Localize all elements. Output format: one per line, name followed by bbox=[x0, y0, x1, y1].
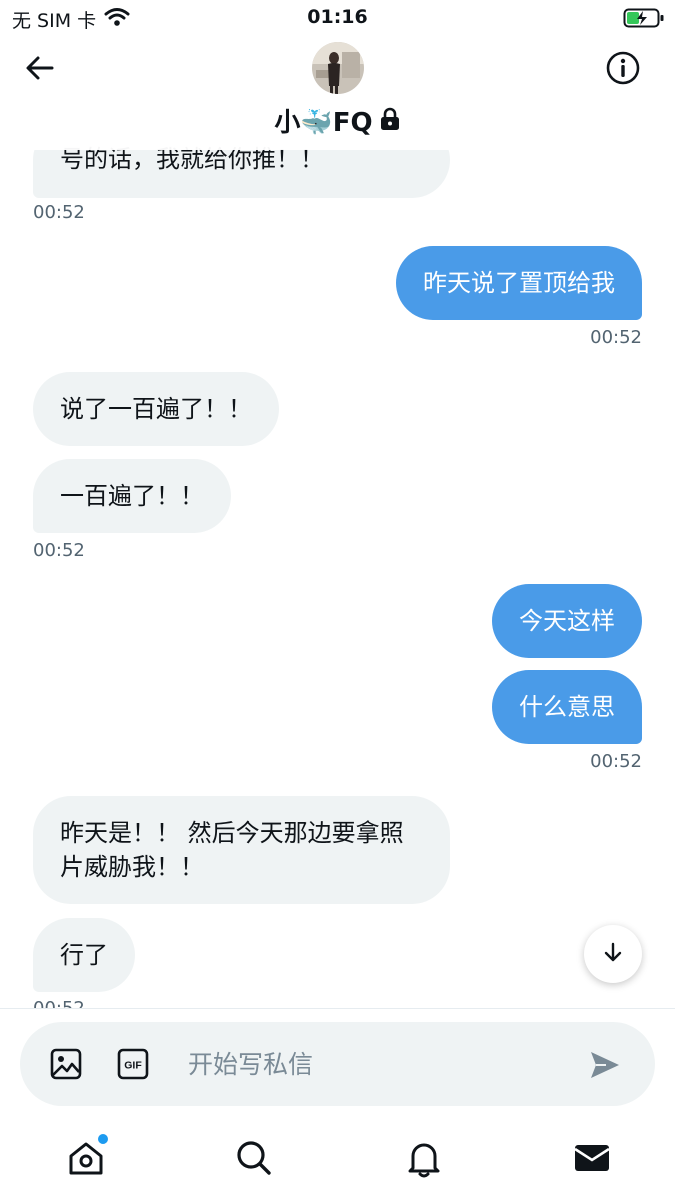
scroll-to-bottom-button[interactable] bbox=[584, 925, 642, 983]
message-bubble-outgoing[interactable]: 什么意思 bbox=[492, 670, 642, 744]
message-input[interactable] bbox=[188, 1042, 568, 1086]
battery-charging-icon bbox=[623, 7, 665, 33]
message-bubble-outgoing[interactable]: 今天这样 bbox=[492, 584, 642, 658]
nav-messages[interactable] bbox=[572, 1138, 612, 1178]
nav-search[interactable] bbox=[234, 1138, 274, 1178]
gif-icon[interactable]: GIF bbox=[117, 1048, 149, 1080]
nav-home[interactable] bbox=[66, 1134, 108, 1178]
message-timestamp: 00:52 bbox=[33, 202, 85, 223]
lock-icon bbox=[379, 107, 401, 135]
message-timestamp: 00:52 bbox=[590, 751, 642, 772]
search-icon bbox=[234, 1141, 274, 1182]
composer-divider bbox=[0, 1008, 675, 1009]
send-icon[interactable] bbox=[588, 1048, 622, 1082]
arrow-down-icon bbox=[602, 941, 624, 967]
message-timestamp: 00:52 bbox=[33, 998, 85, 1008]
message-bubble-incoming[interactable]: 说了一百遍了！！ bbox=[33, 372, 279, 446]
nav-notifications[interactable] bbox=[404, 1138, 444, 1178]
envelope-icon bbox=[572, 1145, 612, 1182]
home-badge-dot bbox=[98, 1134, 108, 1144]
message-bubble-incoming[interactable]: 行了 bbox=[33, 918, 135, 992]
bottom-navigation bbox=[0, 1120, 675, 1200]
home-icon bbox=[66, 1142, 106, 1182]
message-list[interactable]: 号的话，我就给你推！！ 00:52 昨天说了置顶给我 00:52 说了一百遍了！… bbox=[0, 0, 675, 1008]
message-timestamp: 00:52 bbox=[33, 540, 85, 561]
back-arrow-icon[interactable] bbox=[22, 50, 58, 86]
status-time: 01:16 bbox=[307, 6, 368, 28]
info-icon[interactable] bbox=[605, 50, 641, 86]
message-timestamp: 00:52 bbox=[590, 327, 642, 348]
bell-icon bbox=[404, 1143, 444, 1182]
message-bubble-incoming[interactable]: 一百遍了！！ bbox=[33, 459, 231, 533]
message-bubble-incoming[interactable]: 昨天是！！ 然后今天那边要拿照 片威胁我！！ bbox=[33, 796, 450, 904]
svg-text:GIF: GIF bbox=[124, 1060, 142, 1072]
avatar[interactable] bbox=[312, 42, 364, 94]
conversation-title: 小🐳FQ bbox=[274, 108, 373, 138]
message-composer: GIF bbox=[20, 1022, 655, 1106]
image-icon[interactable] bbox=[50, 1048, 82, 1080]
dm-conversation-screen: 号的话，我就给你推！！ 00:52 昨天说了置顶给我 00:52 说了一百遍了！… bbox=[0, 0, 675, 1200]
conversation-title-row[interactable]: 小🐳FQ bbox=[0, 102, 675, 139]
status-bar: 无 SIM 卡 01:16 bbox=[0, 0, 675, 36]
message-bubble-outgoing[interactable]: 昨天说了置顶给我 bbox=[396, 246, 642, 320]
